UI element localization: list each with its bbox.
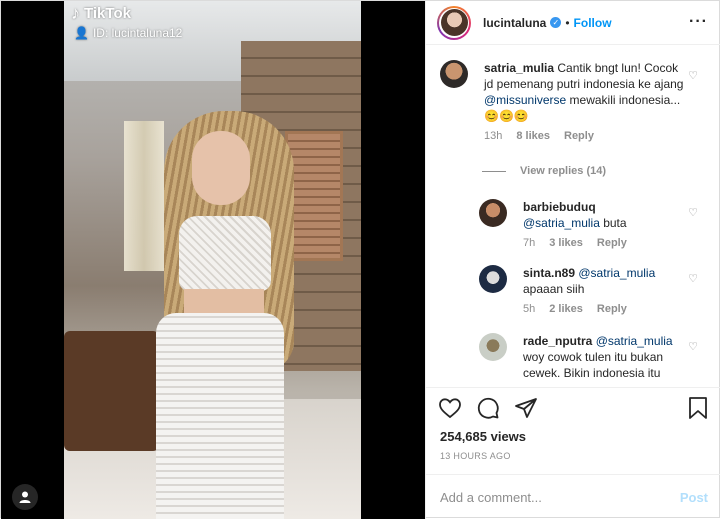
comment-username[interactable]: barbiebuduq bbox=[523, 200, 596, 214]
comment-reply-button[interactable]: Reply bbox=[564, 130, 594, 142]
commenter-avatar[interactable] bbox=[440, 60, 468, 88]
comment-username[interactable]: rade_nputra bbox=[523, 334, 592, 348]
author-username[interactable]: lucintaluna bbox=[483, 16, 546, 30]
person-head bbox=[192, 131, 250, 205]
video-frame[interactable] bbox=[64, 1, 361, 519]
avatar-inner bbox=[439, 7, 469, 38]
post-header: lucintaluna ✓ • Follow ··· bbox=[426, 1, 720, 45]
separator-dot: • bbox=[565, 15, 570, 30]
comment-likes[interactable]: 2 likes bbox=[549, 303, 583, 315]
comment-text: barbiebuduq @satria_mulia buta bbox=[523, 199, 627, 231]
tiktok-logo-icon: ♪ bbox=[71, 3, 80, 23]
comment-content: apaaan siih bbox=[523, 282, 585, 296]
reply-item: barbiebuduq @satria_mulia buta 7h 3 like… bbox=[479, 199, 699, 249]
post-actions: 254,685 views 13 HOURS AGO Post bbox=[426, 387, 720, 519]
reply-item: sinta.n89 @satria_mulia apaaan siih 5h 2… bbox=[479, 265, 699, 315]
comment-mention[interactable]: @satria_mulia bbox=[523, 216, 600, 230]
comment-username[interactable]: sinta.n89 bbox=[523, 266, 575, 280]
comment-meta: 7h 3 likes Reply bbox=[523, 237, 627, 249]
like-heart-icon[interactable] bbox=[438, 396, 462, 420]
comment-like-heart-icon[interactable]: ♡ bbox=[688, 340, 698, 353]
scene-curtain bbox=[124, 121, 164, 271]
instagram-post-modal: ♪ TikTok 👤 ID: lucintaluna12 lucintaluna… bbox=[0, 0, 720, 519]
comment-mention[interactable]: @missuniverse bbox=[484, 93, 566, 107]
comment-body: satria_mulia Cantik bngt lun! Cocok jd p… bbox=[484, 60, 684, 142]
commenter-avatar[interactable] bbox=[479, 333, 507, 361]
comment-meta: 13h 8 likes Reply bbox=[484, 130, 684, 142]
share-paper-plane-icon[interactable] bbox=[514, 396, 538, 420]
verified-badge-icon: ✓ bbox=[550, 17, 562, 28]
comment-bubble-icon[interactable] bbox=[476, 396, 500, 420]
comment-body: sinta.n89 @satria_mulia apaaan siih 5h 2… bbox=[523, 265, 655, 315]
comment-like-heart-icon[interactable]: ♡ bbox=[688, 206, 698, 219]
comment-content: woy cowok tulen itu bukan cewek. Bikin i… bbox=[523, 350, 664, 380]
comment-text: sinta.n89 @satria_mulia apaaan siih bbox=[523, 265, 655, 297]
comment-time[interactable]: 13h bbox=[484, 130, 502, 142]
comment-time[interactable]: 7h bbox=[523, 237, 535, 249]
post-side-panel: lucintaluna ✓ • Follow ··· satria_mulia … bbox=[425, 1, 720, 519]
comment-text: satria_mulia Cantik bngt lun! Cocok jd p… bbox=[484, 60, 684, 124]
comment-reply-button[interactable]: Reply bbox=[597, 237, 627, 249]
comment-body: rade_nputra @satria_mulia woy cowok tule… bbox=[523, 333, 683, 381]
follow-button[interactable]: Follow bbox=[574, 16, 612, 30]
avatar-image bbox=[440, 9, 468, 36]
tiktok-watermark-label: TikTok bbox=[84, 5, 131, 22]
more-options-icon[interactable]: ··· bbox=[689, 13, 708, 31]
comment-likes[interactable]: 3 likes bbox=[549, 237, 583, 249]
add-comment-input[interactable] bbox=[440, 490, 640, 505]
comments-list: satria_mulia Cantik bngt lun! Cocok jd p… bbox=[426, 46, 720, 386]
comment-text: rade_nputra @satria_mulia woy cowok tule… bbox=[523, 333, 683, 381]
user-tag-icon bbox=[19, 491, 31, 503]
tiktok-watermark: ♪ TikTok bbox=[71, 3, 131, 24]
post-comment-button[interactable]: Post bbox=[680, 490, 708, 505]
author-avatar[interactable] bbox=[437, 5, 471, 40]
commenter-avatar[interactable] bbox=[479, 199, 507, 227]
commenter-avatar[interactable] bbox=[479, 265, 507, 293]
reply-item: rade_nputra @satria_mulia woy cowok tule… bbox=[479, 333, 699, 381]
comment-body: barbiebuduq @satria_mulia buta 7h 3 like… bbox=[523, 199, 627, 249]
tiktok-id-watermark: 👤 ID: lucintaluna12 bbox=[74, 26, 182, 40]
comment-mention[interactable]: @satria_mulia bbox=[578, 266, 655, 280]
comment-content: buta bbox=[599, 216, 627, 230]
view-replies-toggle[interactable]: View replies (14) bbox=[482, 165, 606, 177]
comment-mention[interactable]: @satria_mulia bbox=[596, 334, 673, 348]
post-media: ♪ TikTok 👤 ID: lucintaluna12 bbox=[1, 1, 425, 519]
comment-username[interactable]: satria_mulia bbox=[484, 61, 554, 75]
replies-line-divider bbox=[482, 170, 506, 172]
comment-like-heart-icon[interactable]: ♡ bbox=[688, 69, 698, 82]
person-pants bbox=[156, 313, 284, 519]
comment-reply-button[interactable]: Reply bbox=[597, 303, 627, 315]
post-timestamp[interactable]: 13 HOURS AGO bbox=[440, 451, 511, 461]
action-icons-row bbox=[438, 396, 538, 420]
tiktok-id-label: ID: lucintaluna12 bbox=[92, 26, 183, 40]
view-replies-label: View replies (14) bbox=[520, 165, 607, 177]
save-bookmark-icon[interactable] bbox=[686, 396, 710, 420]
comment-likes[interactable]: 8 likes bbox=[516, 130, 550, 142]
tagged-users-button[interactable] bbox=[12, 484, 38, 510]
add-comment-bar: Post bbox=[426, 474, 720, 520]
comment-meta: 5h 2 likes Reply bbox=[523, 303, 655, 315]
person-icon: 👤 bbox=[74, 26, 89, 40]
comment-item: satria_mulia Cantik bngt lun! Cocok jd p… bbox=[440, 60, 700, 142]
scene-chair bbox=[64, 331, 159, 451]
comment-time[interactable]: 5h bbox=[523, 303, 535, 315]
view-count[interactable]: 254,685 views bbox=[440, 429, 526, 444]
person-top bbox=[179, 216, 271, 291]
comment-like-heart-icon[interactable]: ♡ bbox=[688, 272, 698, 285]
